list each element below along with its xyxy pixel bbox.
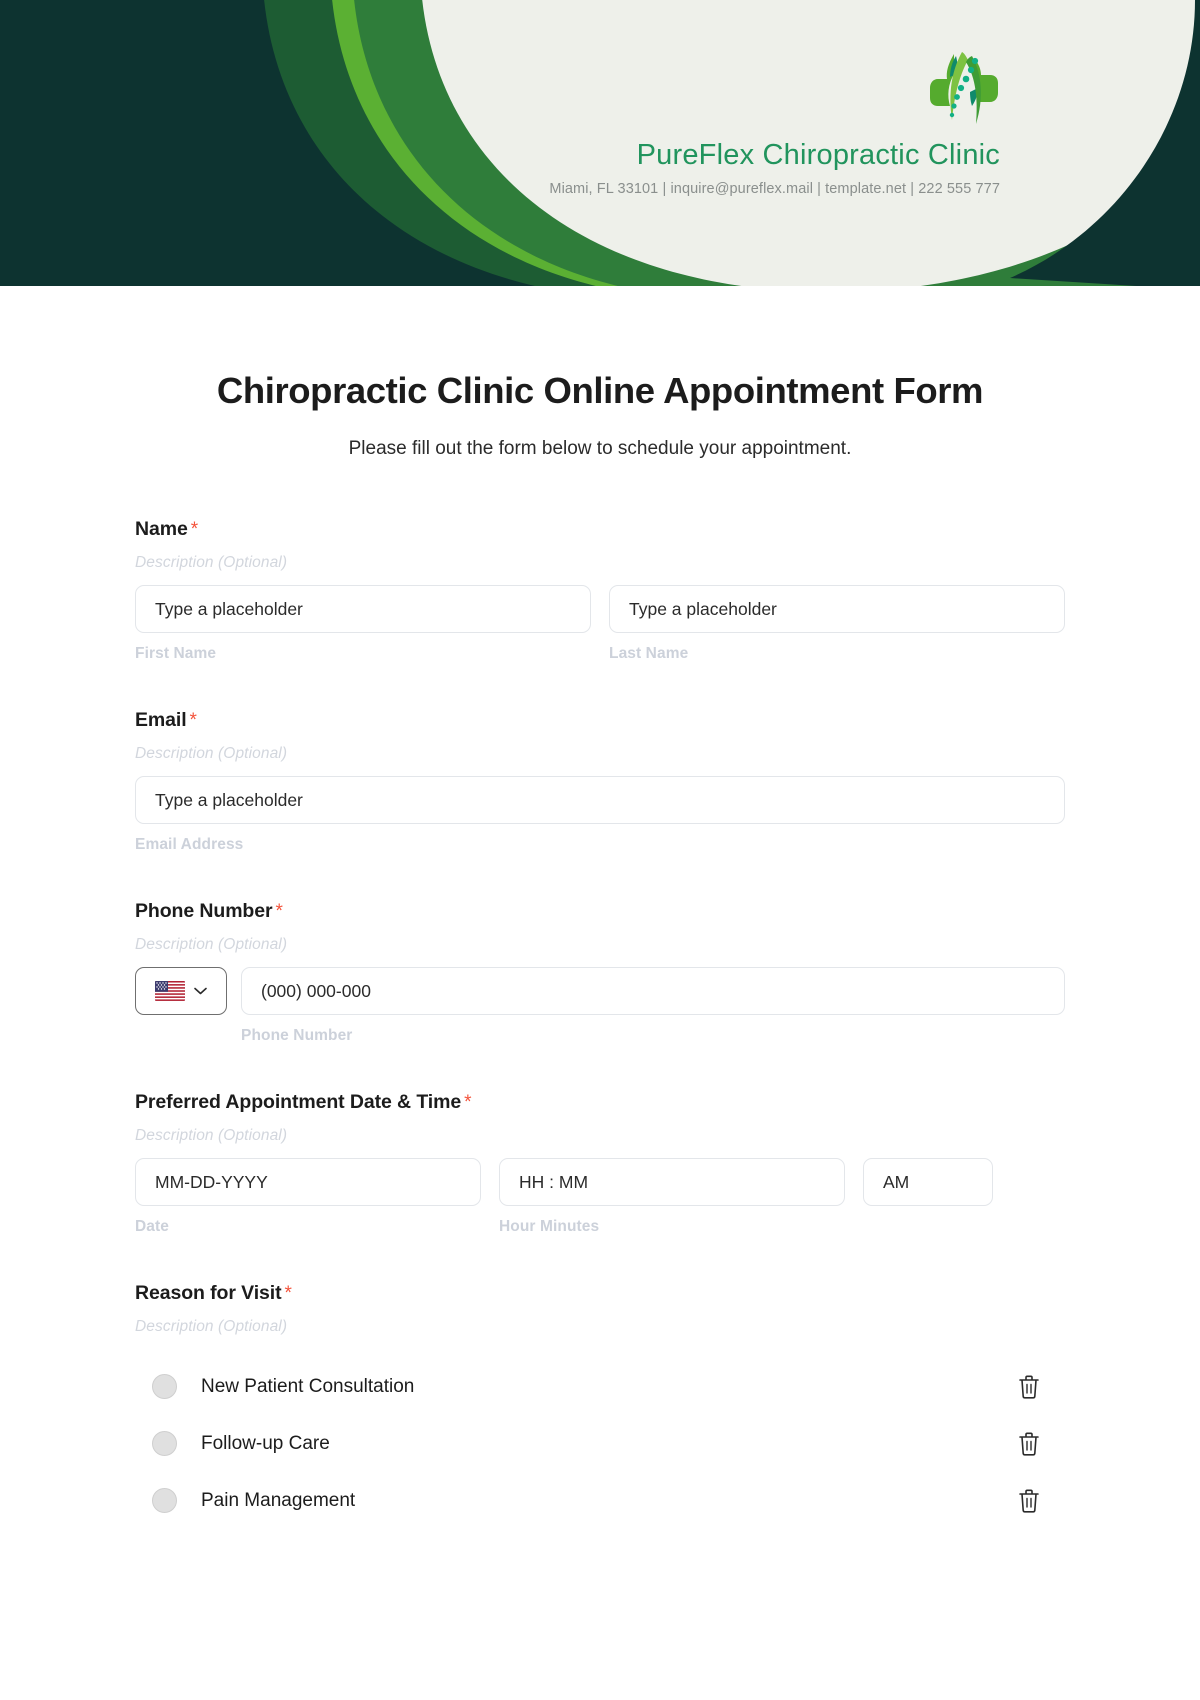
radio-option-label: New Patient Consultation [201, 1375, 415, 1397]
field-email: Email* Description (Optional) Email Addr… [135, 709, 1065, 854]
field-name-label-text: Name [135, 518, 188, 540]
field-name-label: Name * [135, 518, 1065, 541]
date-input[interactable] [135, 1158, 481, 1206]
field-email-label-text: Email [135, 709, 187, 731]
required-marker: * [464, 1092, 472, 1113]
name-inputs-row: First Name Last Name [135, 585, 1065, 663]
field-datetime: Preferred Appointment Date & Time * Descr… [135, 1091, 1065, 1236]
radio-button-icon[interactable] [152, 1431, 177, 1456]
first-name-group: First Name [135, 585, 591, 663]
email-inputs-row: Email Address [135, 776, 1065, 854]
date-sublabel: Date [135, 1218, 169, 1235]
required-marker: * [190, 519, 199, 540]
phone-number-input[interactable] [241, 967, 1065, 1015]
form-page: Chiropractic Clinic Online Appointment F… [0, 370, 1200, 1529]
time-sublabel: Hour Minutes [499, 1218, 600, 1235]
chevron-down-icon [194, 987, 207, 995]
chiropractic-spine-cross-logo-icon [930, 52, 998, 124]
list-item[interactable]: Follow-up Care [135, 1415, 1065, 1472]
field-phone-label-text: Phone Number [135, 900, 273, 922]
last-name-input[interactable] [609, 585, 1065, 633]
field-datetime-description: Description (Optional) [135, 1127, 288, 1144]
meridiem-input[interactable] [863, 1158, 993, 1206]
time-group: Hour Minutes [499, 1158, 845, 1236]
meridiem-group [863, 1158, 993, 1206]
last-name-group: Last Name [609, 585, 1065, 663]
field-reason-for-visit: Reason for Visit * Description (Optional)… [135, 1282, 1065, 1529]
page-title: Chiropractic Clinic Online Appointment F… [216, 370, 984, 411]
list-item[interactable]: New Patient Consultation [135, 1358, 1065, 1415]
us-flag-icon [155, 981, 185, 1001]
list-item[interactable]: Pain Management [135, 1472, 1065, 1529]
phone-sublabel: Phone Number [241, 1027, 353, 1044]
field-datetime-label: Preferred Appointment Date & Time * [135, 1091, 1065, 1114]
first-name-sublabel: First Name [135, 645, 217, 662]
email-group: Email Address [135, 776, 1065, 854]
trash-icon[interactable] [1016, 1430, 1042, 1458]
radio-option-label: Follow-up Care [201, 1432, 330, 1454]
radio-button-icon[interactable] [152, 1488, 177, 1513]
email-input[interactable] [135, 776, 1065, 824]
required-marker: * [284, 1283, 292, 1304]
page-subtitle: Please fill out the form below to schedu… [348, 438, 852, 459]
field-email-label: Email * [135, 709, 1065, 732]
field-phone-description: Description (Optional) [135, 936, 288, 953]
last-name-sublabel: Last Name [609, 645, 689, 662]
datetime-inputs-row: Date Hour Minutes [135, 1158, 1065, 1236]
required-marker: * [275, 901, 283, 922]
radio-option-label: Pain Management [201, 1489, 356, 1511]
trash-icon[interactable] [1016, 1373, 1042, 1401]
required-marker: * [189, 710, 197, 731]
time-input[interactable] [499, 1158, 845, 1206]
phone-number-group: Phone Number [241, 967, 1065, 1045]
clinic-name: PureFlex Chiropractic Clinic [636, 139, 1000, 171]
field-reason-label-text: Reason for Visit [135, 1282, 282, 1304]
country-code-select[interactable] [135, 967, 227, 1015]
reason-radio-list: New Patient Consultation Follow-up Care [135, 1358, 1065, 1529]
field-name-description: Description (Optional) [135, 554, 288, 571]
field-reason-label: Reason for Visit * [135, 1282, 1065, 1305]
brand-block: PureFlex Chiropractic Clinic Miami, FL 3… [360, 139, 1000, 197]
clinic-contact-line: Miami, FL 33101 | inquire@pureflex.mail … [549, 180, 1000, 197]
page-header: PureFlex Chiropractic Clinic Miami, FL 3… [0, 0, 1200, 290]
first-name-input[interactable] [135, 585, 591, 633]
trash-icon[interactable] [1016, 1487, 1042, 1515]
field-email-description: Description (Optional) [135, 745, 288, 762]
field-phone-label: Phone Number * [135, 900, 1065, 923]
phone-inputs-row: Phone Number [135, 967, 1065, 1045]
field-name: Name* Description (Optional) First Name … [135, 518, 1065, 663]
field-reason-description: Description (Optional) [135, 1318, 288, 1335]
field-phone: Phone Number * Description (Optional) (0… [135, 900, 1065, 1045]
radio-button-icon[interactable] [152, 1374, 177, 1399]
email-sublabel: Email Address [135, 836, 244, 853]
date-group: Date [135, 1158, 481, 1236]
field-datetime-label-text: Preferred Appointment Date & Time [135, 1091, 462, 1113]
